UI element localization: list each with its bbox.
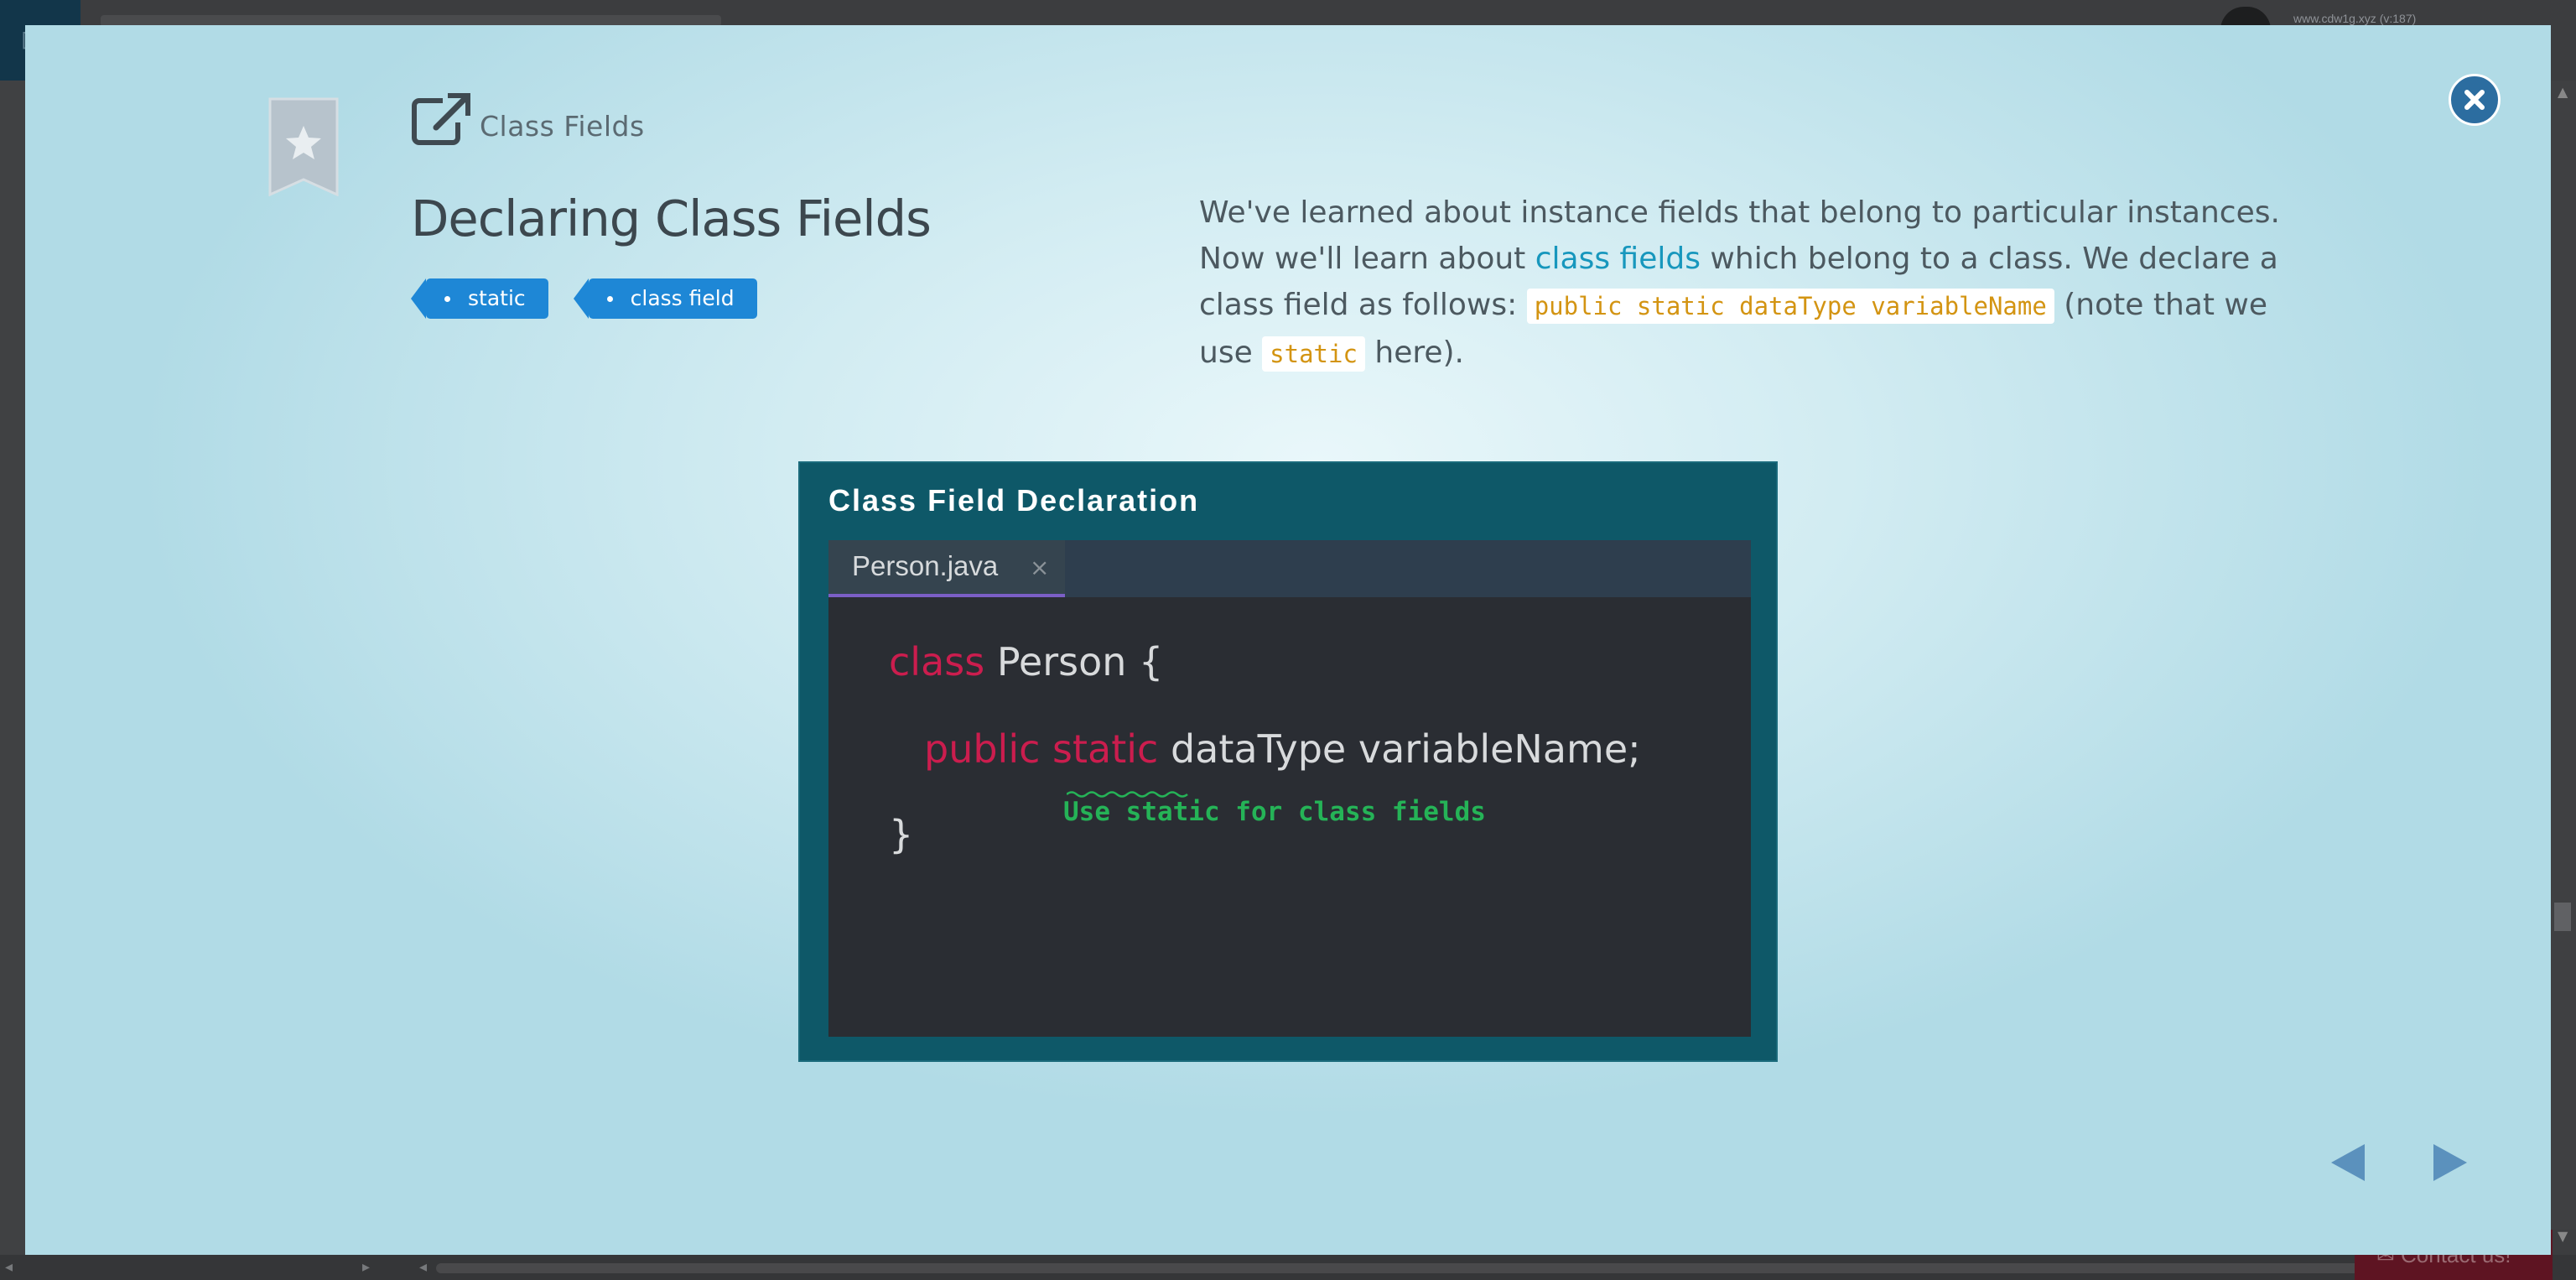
lesson-description: We've learned about instance fields that… — [1199, 190, 2289, 377]
code-line: public static dataType variableName; — [924, 726, 1641, 772]
class-fields-link[interactable]: class fields — [1535, 242, 1701, 276]
scroll-left-icon[interactable]: ◂ — [5, 1258, 13, 1276]
slide-title: Class Field Declaration — [828, 483, 1200, 518]
close-icon — [2464, 90, 2485, 110]
scroll-right-icon[interactable]: ▸ — [362, 1258, 370, 1276]
keyword: static — [1052, 726, 1159, 772]
keyword: class — [889, 639, 985, 684]
code-text: Person { — [984, 639, 1164, 684]
code-editor: Person.java × class Person { public stat… — [828, 540, 1751, 1037]
prev-arrow-icon[interactable] — [2326, 1141, 2370, 1184]
editor-tab-bar: Person.java × — [828, 540, 1751, 597]
external-link-icon — [412, 93, 470, 145]
code-slide: Class Field Declaration Person.java × cl… — [798, 461, 1778, 1062]
code-line: class Person { — [889, 639, 1163, 684]
code-annotation: Use static for class fields — [1063, 797, 1486, 827]
scroll-left-icon[interactable]: ◂ — [419, 1258, 427, 1276]
keyword: public — [924, 726, 1041, 772]
tag-list: static class field — [411, 278, 757, 319]
lesson-modal: Class Fields Declaring Class Fields stat… — [25, 25, 2551, 1255]
page-scrollbar-thumb[interactable] — [2554, 903, 2571, 931]
bg-url-text: www.cdw1g.xyz (v:187) — [2293, 12, 2417, 25]
inline-code: static — [1262, 336, 1365, 372]
scroll-down-icon[interactable]: ▼ — [2558, 1228, 2568, 1244]
close-icon[interactable]: × — [1030, 554, 1049, 581]
page-scrollbar[interactable] — [2551, 81, 2576, 1230]
description-text: here). — [1364, 336, 1464, 370]
section-label: Class Fields — [480, 110, 645, 143]
tag-static[interactable]: static — [411, 278, 548, 319]
bg-left-rail — [0, 81, 25, 1255]
file-tab[interactable]: Person.java × — [828, 540, 1065, 597]
next-arrow-icon[interactable] — [2428, 1141, 2472, 1184]
code-line: } — [889, 812, 914, 857]
inline-code: public static dataType variableName — [1526, 289, 2054, 324]
bookmark-star-icon[interactable] — [268, 97, 339, 196]
horizontal-scrollbar[interactable] — [436, 1263, 2365, 1273]
code-text: dataType variableName; — [1158, 726, 1641, 772]
close-button[interactable] — [2449, 74, 2501, 126]
tag-class-field[interactable]: class field — [573, 278, 757, 319]
page-title: Declaring Class Fields — [411, 190, 932, 247]
file-tab-label: Person.java — [852, 550, 999, 581]
scroll-up-icon[interactable]: ▲ — [2558, 84, 2568, 100]
section-link[interactable]: Class Fields — [411, 92, 645, 146]
